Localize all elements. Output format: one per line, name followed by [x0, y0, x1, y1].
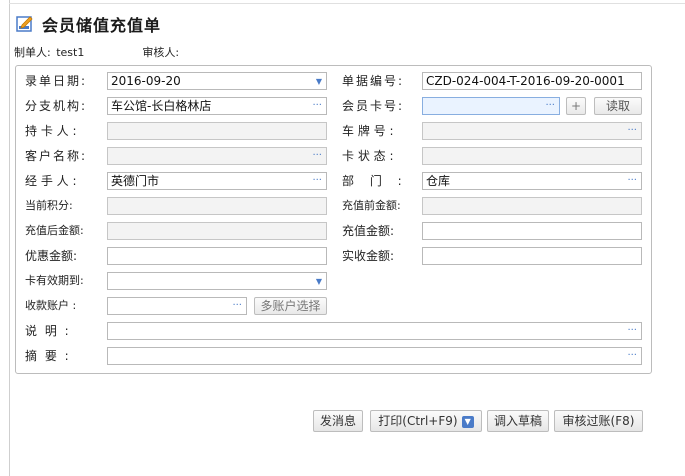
department-value: 仓库 [426, 174, 451, 188]
post-recharge-label: 充值后金额: [25, 224, 84, 237]
ellipsis-icon[interactable]: ··· [627, 123, 637, 139]
recharge-amount-input[interactable] [422, 222, 642, 240]
form-panel: 录单日期: 2016-09-20 ▼ 单据编号: CZD-024-004-T-2… [15, 65, 652, 374]
receipt-account-label: 收款账户 : [25, 299, 77, 312]
current-points-label: 当前积分: [25, 199, 73, 212]
doc-no-value: CZD-024-004-T-2016-09-20-0001 [426, 74, 625, 88]
department-field[interactable]: 仓库 ··· [422, 172, 642, 190]
reviewer-label: 审核人: [142, 46, 180, 59]
entry-date-label: 录单日期: [25, 74, 88, 88]
cardholder-field [107, 122, 327, 140]
read-card-button[interactable]: 读取 [594, 97, 642, 115]
pre-recharge-field [422, 197, 642, 215]
print-label: 打印(Ctrl+F9) [378, 414, 458, 428]
branch-label: 分支机构: [25, 99, 88, 113]
doc-meta: 制单人: test1 审核人: [14, 44, 237, 60]
member-card-input[interactable]: ··· [422, 97, 560, 115]
window-left-border [9, 0, 10, 476]
creator-info: 制单人: test1 [14, 44, 84, 60]
discount-amount-label: 优惠金额: [25, 249, 78, 263]
window-top-border [9, 3, 685, 4]
plate-no-field[interactable]: ··· [422, 122, 642, 140]
doc-no-label: 单据编号: [342, 74, 405, 88]
current-points-field [107, 197, 327, 215]
review-post-button[interactable]: 审核过账(F8) [554, 410, 643, 432]
branch-value: 车公馆-长白格林店 [111, 99, 212, 113]
entry-date-value: 2016-09-20 [111, 74, 181, 88]
dropdown-icon[interactable]: ▼ [461, 415, 474, 428]
creator-label: 制单人: [14, 46, 51, 59]
ellipsis-icon[interactable]: ··· [232, 298, 242, 314]
card-expiry-label: 卡有效期到: [25, 274, 84, 287]
member-card-label: 会员卡号: [342, 99, 405, 113]
handler-label: 经 手 人 : [25, 174, 77, 188]
branch-field[interactable]: 车公馆-长白格林店 ··· [107, 97, 327, 115]
ellipsis-icon[interactable]: ··· [312, 173, 322, 189]
cardholder-label: 持 卡 人 : [25, 124, 77, 138]
customer-name-label: 客户名称: [25, 149, 88, 163]
load-draft-button[interactable]: 调入草稿 [487, 410, 549, 432]
card-status-label: 卡 状 态 : [342, 149, 394, 163]
plate-no-label: 车 牌 号 : [342, 124, 394, 138]
customer-name-field[interactable]: ··· [107, 147, 327, 165]
actual-received-input[interactable] [422, 247, 642, 265]
add-button[interactable]: + [566, 97, 586, 115]
multi-account-button[interactable]: 多账户选择 [254, 297, 327, 315]
ellipsis-icon[interactable]: ··· [312, 98, 322, 114]
ellipsis-icon[interactable]: ··· [545, 98, 555, 114]
ellipsis-icon[interactable]: ··· [312, 148, 322, 164]
recharge-amount-label: 充值金额: [342, 224, 395, 238]
pre-recharge-label: 充值前金额: [342, 199, 401, 212]
page-header: 会员储值充值单 [16, 13, 161, 35]
print-button[interactable]: 打印(Ctrl+F9) ▼ [370, 410, 482, 432]
handler-field[interactable]: 英德门市 ··· [107, 172, 327, 190]
summary-field[interactable]: ··· [107, 347, 642, 365]
page-title: 会员储值充值单 [42, 16, 162, 35]
remark-field[interactable]: ··· [107, 322, 642, 340]
post-recharge-field [107, 222, 327, 240]
dropdown-icon[interactable]: ▼ [316, 274, 322, 289]
handler-value: 英德门市 [111, 174, 160, 188]
ellipsis-icon[interactable]: ··· [627, 323, 637, 339]
doc-no-field[interactable]: CZD-024-004-T-2016-09-20-0001 [422, 72, 642, 90]
summary-label: 摘 要 : [25, 349, 71, 363]
card-expiry-field[interactable]: ▼ [107, 272, 327, 290]
ellipsis-icon[interactable]: ··· [627, 173, 637, 189]
ellipsis-icon[interactable]: ··· [627, 348, 637, 364]
department-label: 部 门 : [342, 174, 408, 188]
dropdown-icon[interactable]: ▼ [316, 74, 322, 89]
actual-received-label: 实收金额: [342, 249, 395, 263]
creator-value: test1 [56, 46, 85, 59]
card-status-field [422, 147, 642, 165]
remark-label: 说 明 : [25, 324, 71, 338]
discount-amount-input[interactable] [107, 247, 327, 265]
reviewer-info: 审核人: [142, 44, 179, 60]
entry-date-field[interactable]: 2016-09-20 ▼ [107, 72, 327, 90]
send-message-button[interactable]: 发消息 [313, 410, 363, 432]
receipt-account-field[interactable]: ··· [107, 297, 247, 315]
edit-icon [16, 16, 33, 32]
